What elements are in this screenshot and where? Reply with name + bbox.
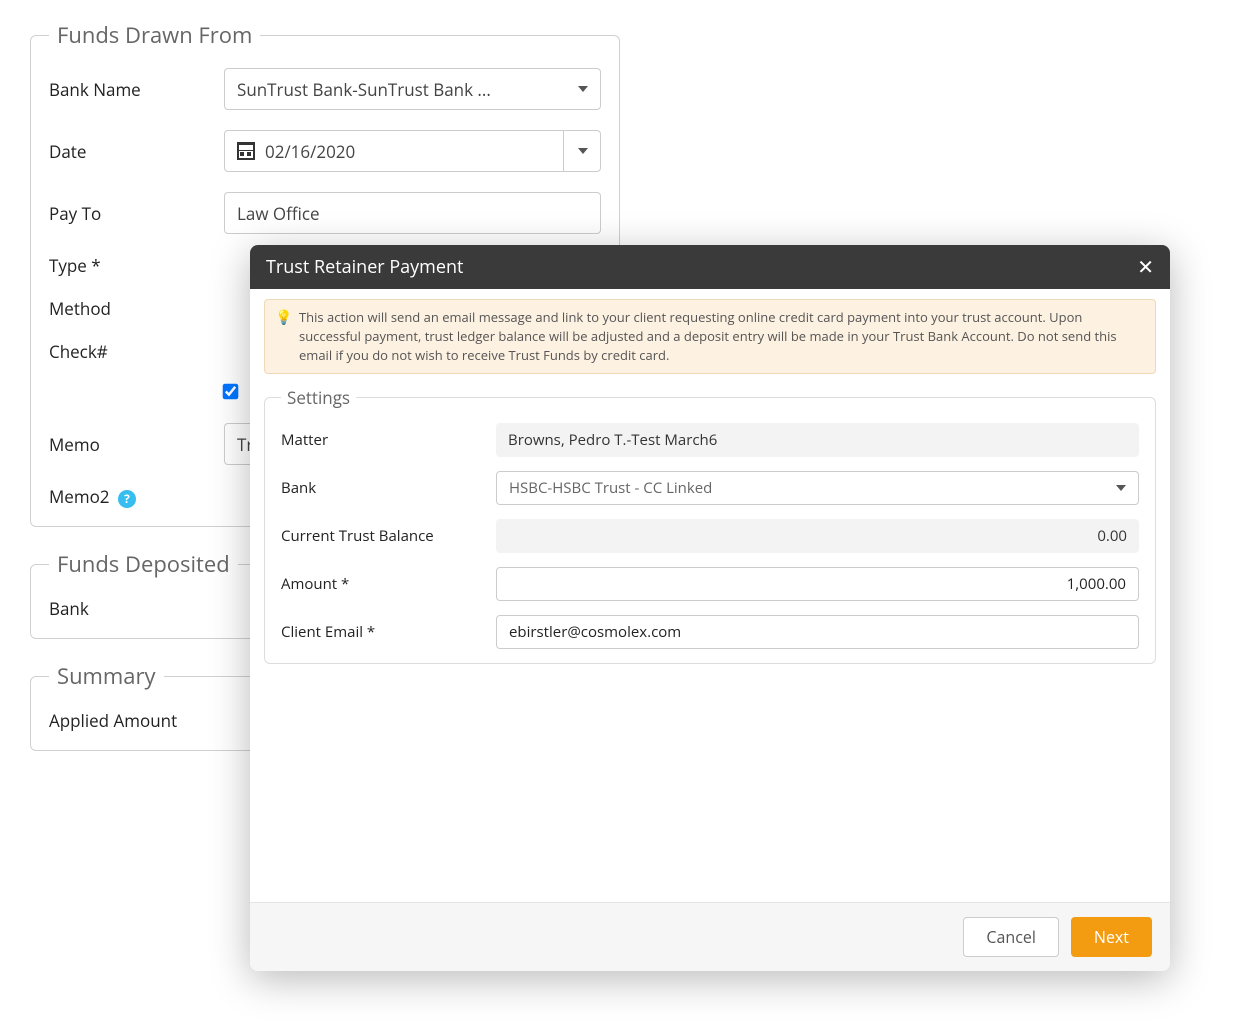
applied-amount-row: Applied Amount [49, 709, 261, 732]
funds-deposited-legend: Funds Deposited [49, 549, 238, 579]
modal-bank-row: Bank HSBC-HSBC Trust - CC Linked [281, 471, 1139, 505]
check-label: Check# [49, 340, 224, 363]
trust-retainer-modal: Trust Retainer Payment ✕ 💡 This action w… [250, 245, 1170, 971]
matter-value: Browns, Pedro T.-Test March6 [508, 430, 717, 450]
chevron-down-icon [1116, 485, 1126, 491]
pay-to-label: Pay To [49, 202, 224, 225]
balance-value-box: 0.00 [496, 519, 1139, 553]
pay-to-value: Law Office [237, 202, 320, 225]
amount-label: Amount * [281, 574, 496, 594]
deposit-bank-label: Bank [49, 597, 224, 620]
modal-header: Trust Retainer Payment ✕ [250, 245, 1170, 289]
bank-name-value: SunTrust Bank-SunTrust Bank ... [237, 78, 491, 101]
type-label: Type * [49, 254, 224, 277]
info-banner: 💡 This action will send an email message… [264, 299, 1156, 374]
date-value: 02/16/2020 [265, 140, 355, 163]
date-row: Date 02/16/2020 [49, 130, 601, 172]
balance-value: 0.00 [1097, 526, 1127, 546]
funds-deposited-fieldset: Funds Deposited Bank [30, 549, 280, 639]
lightbulb-icon: 💡 [275, 308, 292, 328]
date-label: Date [49, 140, 224, 163]
summary-fieldset: Summary Applied Amount [30, 661, 280, 751]
help-icon[interactable]: ? [118, 490, 136, 508]
modal-bank-value: HSBC-HSBC Trust - CC Linked [509, 478, 712, 498]
memo2-label: Memo2 ? [49, 485, 224, 508]
chevron-down-icon [578, 86, 588, 92]
bank-name-row: Bank Name SunTrust Bank-SunTrust Bank ..… [49, 68, 601, 110]
funds-drawn-legend: Funds Drawn From [49, 20, 260, 50]
next-button[interactable]: Next [1071, 917, 1152, 957]
method-label: Method [49, 297, 224, 320]
memo-label: Memo [49, 433, 224, 456]
unnamed-checkbox[interactable] [223, 384, 239, 400]
amount-value: 1,000.00 [1067, 574, 1126, 594]
modal-footer: Cancel Next [250, 902, 1170, 971]
chevron-down-icon [578, 148, 588, 154]
email-row: Client Email * ebirstler@cosmolex.com [281, 615, 1139, 649]
amount-row: Amount * 1,000.00 [281, 567, 1139, 601]
summary-legend: Summary [49, 661, 164, 691]
applied-amount-label: Applied Amount [49, 709, 177, 732]
close-icon[interactable]: ✕ [1137, 257, 1154, 277]
matter-row: Matter Browns, Pedro T.-Test March6 [281, 423, 1139, 457]
modal-title: Trust Retainer Payment [266, 255, 463, 279]
amount-input[interactable]: 1,000.00 [496, 567, 1139, 601]
bank-name-select[interactable]: SunTrust Bank-SunTrust Bank ... [224, 68, 601, 110]
date-input[interactable]: 02/16/2020 [224, 130, 601, 172]
email-input[interactable]: ebirstler@cosmolex.com [496, 615, 1139, 649]
email-label: Client Email * [281, 622, 496, 642]
cancel-button[interactable]: Cancel [963, 917, 1058, 957]
settings-legend: Settings [281, 386, 356, 409]
modal-bank-label: Bank [281, 478, 496, 498]
balance-row: Current Trust Balance 0.00 [281, 519, 1139, 553]
info-text: This action will send an email message a… [299, 308, 1117, 364]
balance-label: Current Trust Balance [281, 526, 496, 546]
bank-name-label: Bank Name [49, 78, 224, 101]
matter-label: Matter [281, 430, 496, 450]
pay-to-input[interactable]: Law Office [224, 192, 601, 234]
modal-bank-select[interactable]: HSBC-HSBC Trust - CC Linked [496, 471, 1139, 505]
email-value: ebirstler@cosmolex.com [509, 622, 681, 642]
settings-fieldset: Settings Matter Browns, Pedro T.-Test Ma… [264, 386, 1156, 664]
deposit-bank-row: Bank [49, 597, 261, 620]
calendar-icon [237, 142, 255, 160]
pay-to-row: Pay To Law Office [49, 192, 601, 234]
matter-value-box: Browns, Pedro T.-Test March6 [496, 423, 1139, 457]
